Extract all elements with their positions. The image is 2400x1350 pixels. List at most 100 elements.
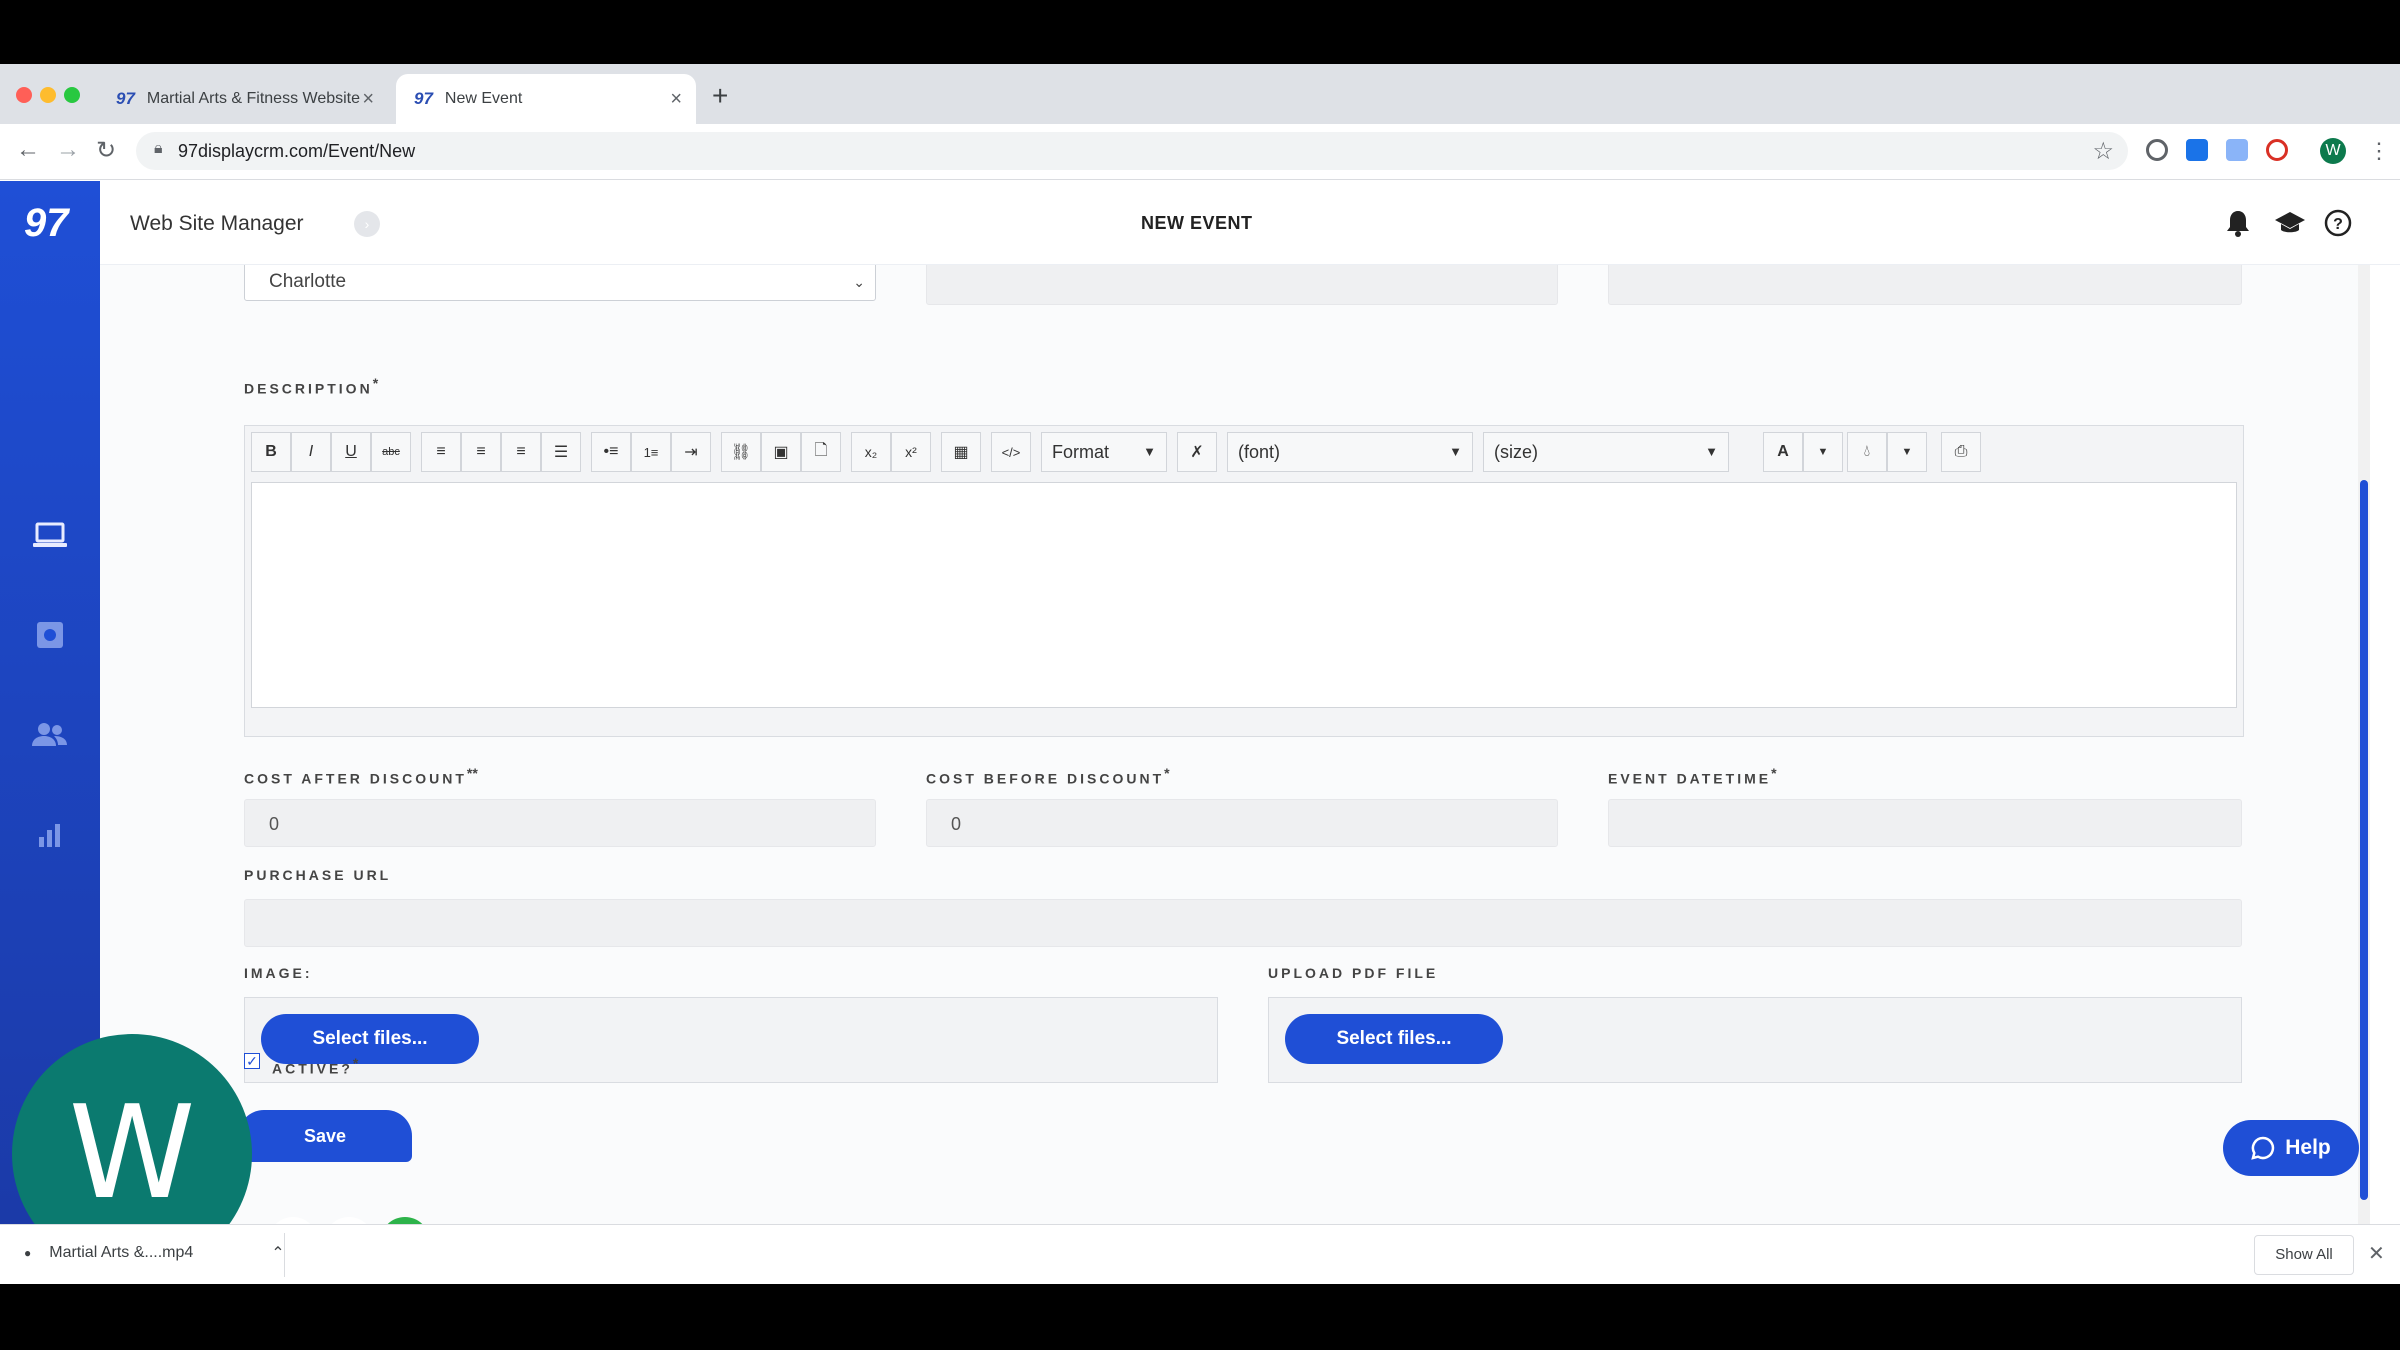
bar-chart-icon[interactable]	[30, 817, 70, 853]
browser-tab-new-event[interactable]: 97 New Event ×	[396, 74, 696, 124]
screen: 97 Martial Arts & Fitness Website × 97 N…	[0, 64, 2400, 1284]
site-favicon-icon: 97	[116, 89, 135, 108]
save-button[interactable]: Save	[238, 1110, 412, 1162]
cost-before-discount-input[interactable]: 0	[926, 799, 1558, 847]
event-datetime-input[interactable]	[1608, 799, 2242, 847]
svg-text:?: ?	[2333, 216, 2343, 233]
align-right-icon[interactable]: ≡	[501, 432, 541, 472]
format-dropdown[interactable]: Format ▼	[1041, 432, 1167, 472]
chevron-down-icon: ⌄	[853, 274, 865, 290]
tab-close-icon[interactable]: ×	[362, 88, 374, 111]
browser-menu-icon[interactable]: ⋮	[2368, 138, 2390, 164]
font-color-button[interactable]: A	[1763, 432, 1803, 472]
download-item[interactable]: ● Martial Arts &....mp4 ⌃	[24, 1243, 285, 1263]
chat-bubble-icon	[2251, 1136, 2275, 1160]
top-field-3[interactable]	[1608, 265, 2242, 305]
event-datetime-label: EVENT DATETIME*	[1608, 765, 1777, 787]
superscript-icon[interactable]: x²	[891, 432, 931, 472]
link-icon[interactable]: ⛓︎	[721, 432, 761, 472]
purchase-url-input[interactable]	[244, 899, 2242, 947]
app-header: Web Site Manager › NEW EVENT ?	[100, 181, 2400, 265]
bold-icon[interactable]: B	[251, 432, 291, 472]
new-tab-button[interactable]: +	[712, 80, 728, 112]
file-icon[interactable]: 🗋︎	[801, 432, 841, 472]
help-button[interactable]: Help	[2223, 1120, 2359, 1176]
users-icon[interactable]	[30, 717, 70, 753]
top-field-2[interactable]	[926, 265, 1558, 305]
align-left-icon[interactable]: ≡	[421, 432, 461, 472]
size-dropdown[interactable]: (size) ▼	[1483, 432, 1729, 472]
cost-after-discount-input[interactable]: 0	[244, 799, 876, 847]
caret-down-icon: ▼	[1143, 444, 1156, 459]
close-download-bar-icon[interactable]: ✕	[2368, 1241, 2385, 1266]
font-color-caret-icon[interactable]: ▼	[1803, 432, 1843, 472]
location-select[interactable]: Charlotte ⌄	[244, 265, 876, 301]
browser-tab-martial-arts[interactable]: 97 Martial Arts & Fitness Website ×	[98, 74, 388, 124]
maximize-window-button[interactable]	[64, 87, 80, 103]
background-color-caret-icon[interactable]: ▼	[1887, 432, 1927, 472]
description-label: DESCRIPTION*	[244, 375, 379, 397]
settings-box-icon[interactable]	[30, 617, 70, 653]
help-circle-icon[interactable]: ?	[2322, 207, 2354, 239]
tab-title: New Event	[444, 90, 523, 107]
show-all-button[interactable]: Show All	[2254, 1235, 2354, 1275]
align-center-icon[interactable]: ≡	[461, 432, 501, 472]
bookmark-star-icon[interactable]: ☆	[2092, 137, 2114, 166]
active-label: ACTIVE?*	[272, 1055, 359, 1077]
collapse-sidebar-button[interactable]: ›	[354, 211, 380, 237]
close-window-button[interactable]	[16, 87, 32, 103]
image-upload-box: Select files...	[244, 997, 1218, 1083]
forward-arrow-icon[interactable]: →	[56, 136, 80, 164]
url-text: 97displaycrm.com/Event/New	[178, 141, 416, 161]
reload-icon[interactable]: ↻	[96, 136, 116, 165]
table-icon[interactable]: ▦	[941, 432, 981, 472]
print-icon[interactable]: ⎙	[1941, 432, 1981, 472]
minimize-window-button[interactable]	[40, 87, 56, 103]
purchase-url-label: PURCHASE URL	[244, 867, 392, 883]
numbered-list-icon[interactable]: 1≡	[631, 432, 671, 472]
extension-icon[interactable]	[2186, 139, 2208, 161]
code-view-icon[interactable]: </>	[991, 432, 1031, 472]
subscript-icon[interactable]: x₂	[851, 432, 891, 472]
graduation-cap-icon[interactable]	[2274, 207, 2306, 239]
video-file-icon: ●	[24, 1246, 32, 1260]
caret-down-icon: ▼	[1705, 444, 1718, 459]
bell-icon[interactable]	[2222, 207, 2254, 239]
pdf-select-files-button[interactable]: Select files...	[1285, 1014, 1503, 1064]
indent-icon[interactable]: ⇥	[671, 432, 711, 472]
laptop-icon[interactable]	[30, 517, 70, 553]
italic-icon[interactable]: I	[291, 432, 331, 472]
upload-pdf-label: UPLOAD PDF FILE	[1268, 965, 1439, 981]
clear-format-icon[interactable]: ✗	[1177, 432, 1217, 472]
bullet-list-icon[interactable]: •≡	[591, 432, 631, 472]
extension-icon[interactable]	[2266, 139, 2288, 161]
lock-icon: 🔒︎	[154, 140, 163, 157]
font-dropdown[interactable]: (font) ▼	[1227, 432, 1473, 472]
scrollbar-thumb[interactable]	[2360, 480, 2368, 1200]
scrollbar[interactable]	[2358, 265, 2370, 1224]
brand-title: Web Site Manager	[130, 212, 304, 235]
underline-icon[interactable]: U	[331, 432, 371, 472]
page-title: NEW EVENT	[1141, 213, 1253, 233]
image-icon[interactable]: ▣	[761, 432, 801, 472]
divider	[284, 1233, 285, 1277]
image-label: IMAGE:	[244, 965, 313, 981]
download-filename: Martial Arts &....mp4	[49, 1244, 194, 1261]
browser-tab-bar: 97 Martial Arts & Fitness Website × 97 N…	[0, 64, 2400, 124]
background-color-icon[interactable]: 💧︎	[1847, 432, 1887, 472]
tab-close-icon[interactable]: ×	[670, 88, 682, 111]
back-arrow-icon[interactable]: ←	[16, 136, 40, 164]
profile-avatar[interactable]: W	[2320, 138, 2346, 164]
chevron-up-icon[interactable]: ⌃	[271, 1243, 284, 1263]
active-checkbox[interactable]: ✓	[244, 1053, 260, 1069]
browser-toolbar: ← → ↻ 🔒︎ 97displaycrm.com/Event/New ☆ W …	[0, 124, 2400, 180]
extension-icon[interactable]	[2226, 139, 2248, 161]
pdf-upload-box: Select files...	[1268, 997, 2242, 1083]
align-justify-icon[interactable]: ☰	[541, 432, 581, 472]
description-textarea[interactable]	[251, 482, 2237, 708]
app-logo[interactable]: 97	[24, 201, 69, 246]
caret-down-icon: ▼	[1449, 444, 1462, 459]
strikethrough-icon[interactable]: abc	[371, 432, 411, 472]
extension-icon[interactable]	[2146, 139, 2168, 161]
address-bar[interactable]: 🔒︎ 97displaycrm.com/Event/New ☆	[136, 132, 2128, 170]
